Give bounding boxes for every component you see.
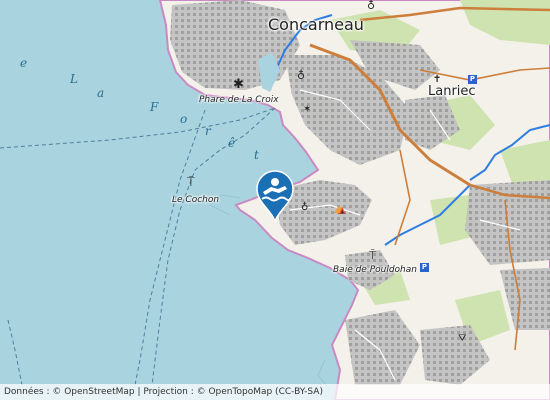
- sea-letter: e: [20, 56, 28, 70]
- sea-letter: r: [205, 124, 211, 138]
- sea-letter: o: [180, 112, 188, 126]
- sea-letter: F: [150, 100, 159, 114]
- beacon-icon: ⍑: [187, 175, 195, 190]
- parking-icon: P: [468, 75, 477, 84]
- church-icon: ✝: [433, 74, 442, 85]
- place-label-baie-de-pouldohan[interactable]: Baie de Pouldohan: [333, 266, 417, 275]
- beacon-icon: ⍑: [369, 248, 377, 262]
- sea-letter: t: [254, 148, 259, 162]
- sea-letter: ê: [228, 136, 236, 150]
- lighthouse-icon: ✱: [233, 77, 244, 92]
- church-icon: ♁: [297, 69, 306, 82]
- sea-letter: L: [70, 72, 78, 86]
- viewpoint-icon: ✶: [303, 104, 312, 115]
- sea-letter: a: [97, 86, 105, 100]
- parking-icon: P: [420, 263, 429, 272]
- campsite-icon: ⛺: [334, 204, 347, 215]
- attribution-text[interactable]: Données : © OpenStreetMap | Projection :…: [4, 387, 323, 397]
- map-view[interactable]: e L a F o r ê t Concarneau Lanriec Phare…: [0, 0, 550, 400]
- church-icon: ♁: [367, 0, 376, 12]
- place-label-le-cochon[interactable]: Le Cochon: [172, 196, 219, 205]
- water-tower-icon: ⛛: [458, 333, 467, 344]
- location-marker-swimming-icon[interactable]: [253, 170, 297, 222]
- attribution-bar: Données : © OpenStreetMap | Projection :…: [0, 384, 550, 400]
- place-label-phare-de-la-croix[interactable]: Phare de La Croix: [199, 96, 279, 105]
- church-icon: ♁: [301, 202, 309, 213]
- place-label-lanriec[interactable]: Lanriec: [428, 85, 476, 98]
- place-label-concarneau[interactable]: Concarneau: [268, 17, 364, 33]
